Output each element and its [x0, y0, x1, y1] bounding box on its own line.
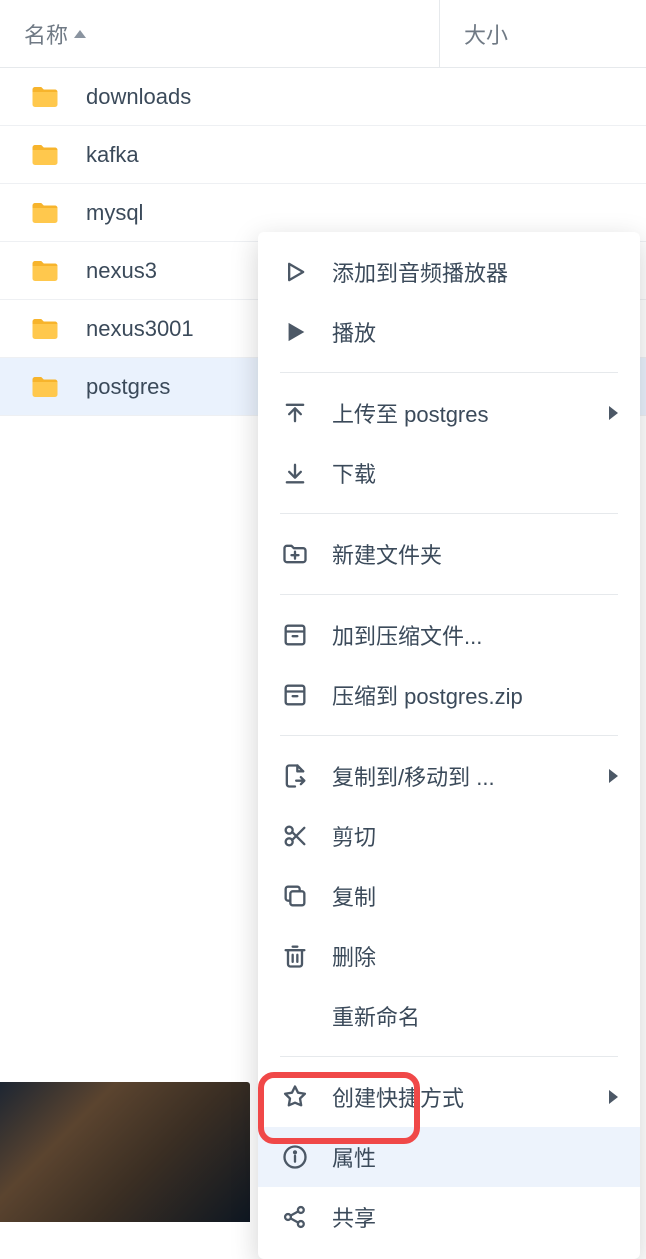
folder-icon	[30, 140, 60, 170]
folder-row-kafka[interactable]: kafka	[0, 126, 646, 184]
blank-icon	[280, 1001, 310, 1031]
submenu-arrow-icon	[609, 769, 618, 783]
menu-separator	[280, 1056, 618, 1057]
menu-item-label: 压缩到 postgres.zip	[332, 679, 618, 711]
folder-plus-icon	[280, 539, 310, 569]
folder-name: postgres	[86, 374, 170, 400]
share-icon	[280, 1202, 310, 1232]
folder-name: mysql	[86, 200, 143, 226]
menu-separator	[280, 594, 618, 595]
menu-item-zip-to[interactable]: 压缩到 postgres.zip	[258, 665, 640, 725]
menu-item-label: 重新命名	[332, 1000, 618, 1032]
folder-name: nexus3	[86, 258, 157, 284]
upload-icon	[280, 398, 310, 428]
folder-row-downloads[interactable]: downloads	[0, 68, 646, 126]
menu-separator	[280, 372, 618, 373]
menu-item-upload-to[interactable]: 上传至 postgres	[258, 383, 640, 443]
trash-icon	[280, 941, 310, 971]
menu-item-label: 删除	[332, 940, 618, 972]
column-size-label: 大小	[464, 18, 508, 50]
menu-item-label: 复制	[332, 880, 618, 912]
menu-item-label: 播放	[332, 316, 618, 348]
column-size[interactable]: 大小	[440, 0, 646, 67]
menu-item-label: 复制到/移动到 ...	[332, 760, 609, 792]
play-solid-icon	[280, 317, 310, 347]
menu-item-copy-move[interactable]: 复制到/移动到 ...	[258, 746, 640, 806]
column-name[interactable]: 名称	[0, 0, 440, 67]
archive-icon	[280, 620, 310, 650]
menu-item-label: 加到压缩文件...	[332, 619, 618, 651]
folder-icon	[30, 82, 60, 112]
download-icon	[280, 458, 310, 488]
menu-separator	[280, 735, 618, 736]
menu-item-copy[interactable]: 复制	[258, 866, 640, 926]
menu-item-label: 上传至 postgres	[332, 397, 609, 429]
menu-separator	[280, 513, 618, 514]
folder-icon	[30, 198, 60, 228]
menu-item-download[interactable]: 下载	[258, 443, 640, 503]
menu-item-play[interactable]: 播放	[258, 302, 640, 362]
sort-asc-icon	[74, 30, 86, 38]
menu-item-rename[interactable]: 重新命名	[258, 986, 640, 1046]
column-name-label: 名称	[24, 18, 68, 50]
menu-item-share[interactable]: 共享	[258, 1187, 640, 1247]
context-menu: 添加到音频播放器播放上传至 postgres 下载新建文件夹加到压缩文件... 压缩…	[258, 232, 640, 1259]
folder-name: kafka	[86, 142, 139, 168]
menu-item-label: 创建快捷方式	[332, 1081, 609, 1113]
file-arrow-icon	[280, 761, 310, 791]
submenu-arrow-icon	[609, 406, 618, 420]
submenu-arrow-icon	[609, 1090, 618, 1104]
menu-item-label: 剪切	[332, 820, 618, 852]
menu-item-cut[interactable]: 剪切	[258, 806, 640, 866]
column-headers: 名称 大小	[0, 0, 646, 68]
folder-icon	[30, 256, 60, 286]
folder-name: downloads	[86, 84, 191, 110]
menu-item-add-audio[interactable]: 添加到音频播放器	[258, 242, 640, 302]
play-outline-icon	[280, 257, 310, 287]
menu-item-delete[interactable]: 删除	[258, 926, 640, 986]
menu-item-props[interactable]: 属性	[258, 1127, 640, 1187]
menu-item-add-arch[interactable]: 加到压缩文件...	[258, 605, 640, 665]
folder-icon	[30, 314, 60, 344]
menu-item-label: 属性	[332, 1141, 618, 1173]
info-icon	[280, 1142, 310, 1172]
copy-icon	[280, 881, 310, 911]
star-icon	[280, 1082, 310, 1112]
menu-item-label: 新建文件夹	[332, 538, 618, 570]
menu-item-shortcut[interactable]: 创建快捷方式	[258, 1067, 640, 1127]
desktop-wallpaper-strip	[0, 1082, 250, 1222]
menu-item-new-folder[interactable]: 新建文件夹	[258, 524, 640, 584]
menu-item-label: 共享	[332, 1201, 618, 1233]
menu-item-label: 添加到音频播放器	[332, 256, 618, 288]
cut-icon	[280, 821, 310, 851]
folder-icon	[30, 372, 60, 402]
archive-icon	[280, 680, 310, 710]
menu-item-label: 下载	[332, 457, 618, 489]
folder-name: nexus3001	[86, 316, 194, 342]
